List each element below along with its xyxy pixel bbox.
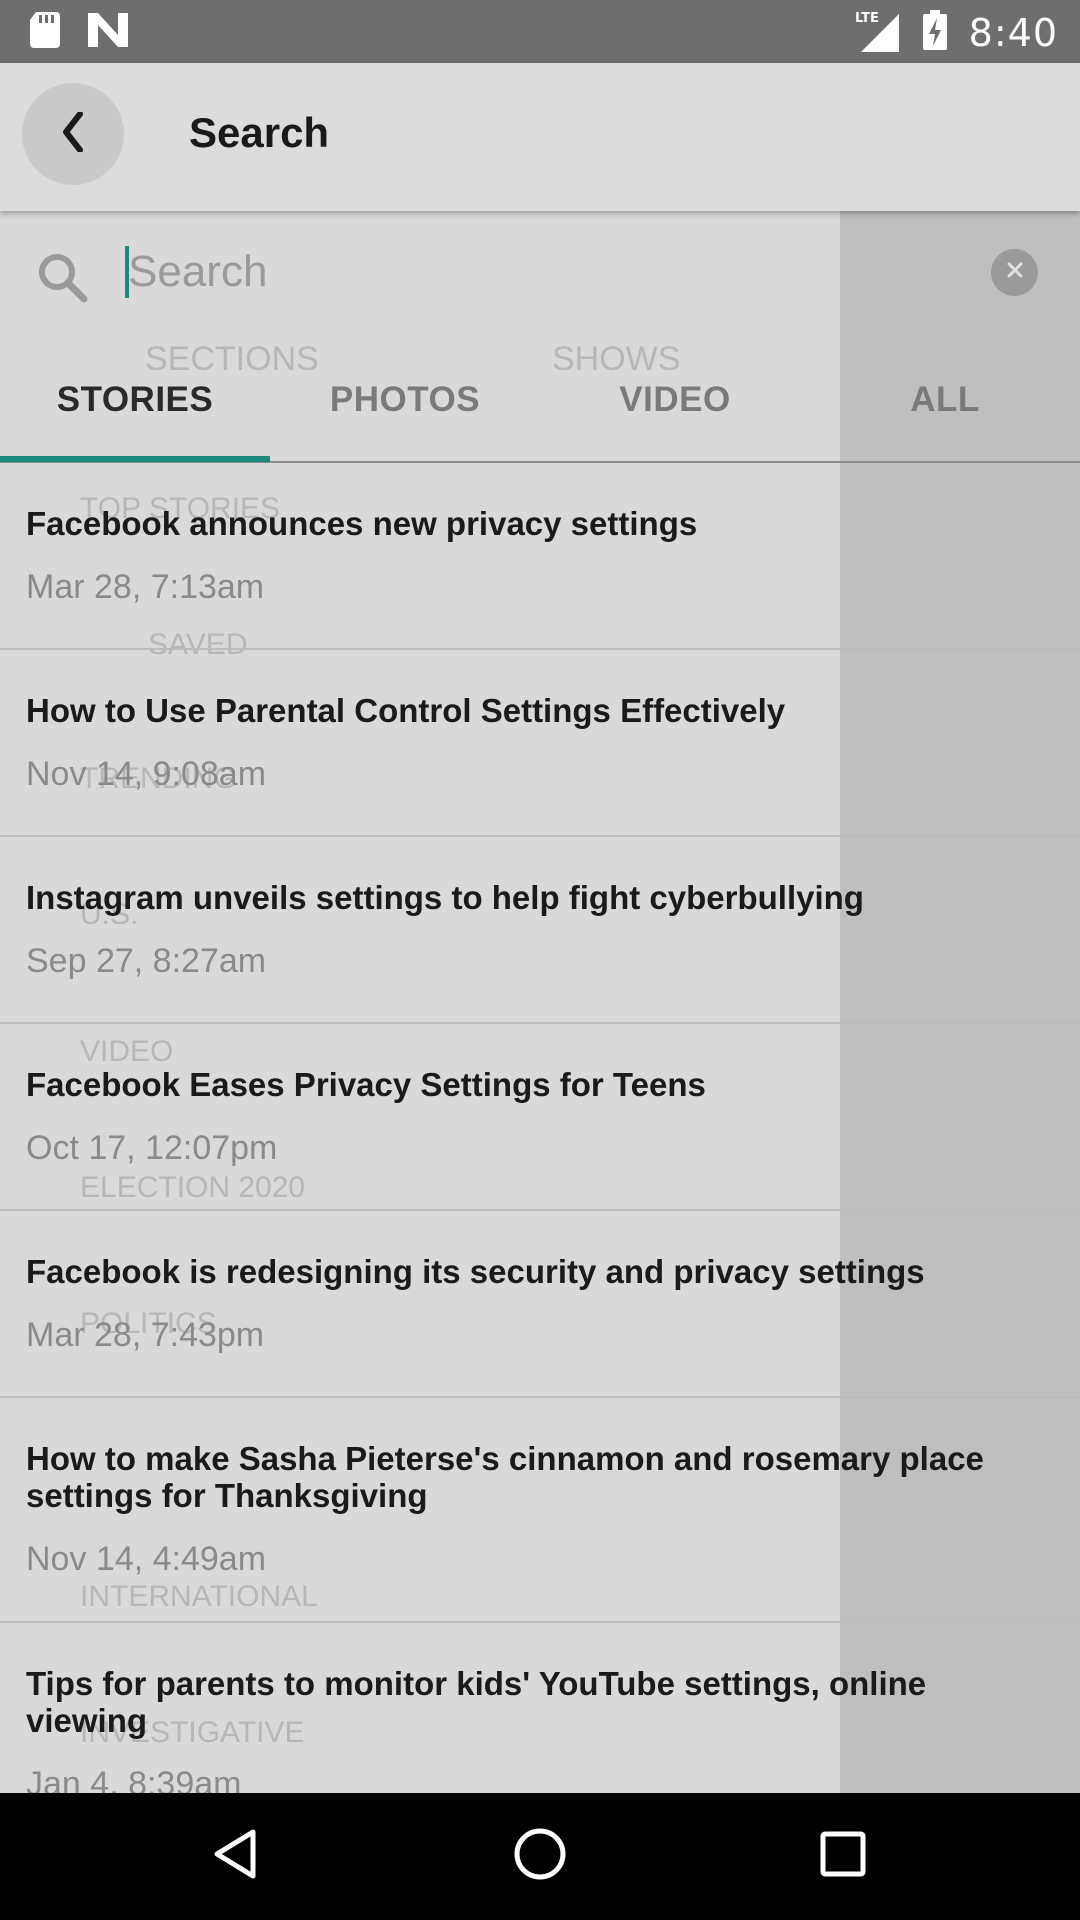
nav-recents-button[interactable] bbox=[808, 1821, 878, 1891]
list-item[interactable]: Facebook Eases Privacy Settings for Teen… bbox=[0, 1024, 1080, 1211]
story-title: Facebook Eases Privacy Settings for Teen… bbox=[26, 1066, 706, 1103]
chevron-left-icon bbox=[60, 110, 86, 157]
text-cursor bbox=[125, 246, 129, 298]
story-title: How to make Sasha Pieterse's cinnamon an… bbox=[26, 1440, 984, 1514]
list-item[interactable]: Facebook is redesigning its security and… bbox=[0, 1211, 1080, 1398]
tab-photos[interactable]: PHOTOS bbox=[270, 380, 540, 440]
app-bar: Search bbox=[0, 63, 1080, 211]
story-title: Facebook is redesigning its security and… bbox=[26, 1253, 925, 1290]
tab-bar: STORIES PHOTOS VIDEO ALL bbox=[0, 360, 1080, 463]
search-icon bbox=[36, 251, 88, 308]
signal-lte-icon: LTE bbox=[853, 8, 901, 57]
triangle-back-icon bbox=[211, 1828, 259, 1885]
results-list: Facebook announces new privacy settings … bbox=[0, 463, 1080, 1848]
status-bar: LTE 8:40 bbox=[0, 0, 1080, 63]
story-date: Sep 27, 8:27am bbox=[26, 942, 267, 980]
clear-icon bbox=[1005, 260, 1025, 285]
story-date: Nov 14, 4:49am bbox=[26, 1540, 267, 1578]
story-date: Nov 14, 9:08am bbox=[26, 755, 267, 793]
list-item[interactable]: How to Use Parental Control Settings Eff… bbox=[0, 650, 1080, 837]
tab-stories[interactable]: STORIES bbox=[0, 380, 270, 440]
tab-video[interactable]: VIDEO bbox=[540, 380, 810, 440]
search-input[interactable] bbox=[128, 240, 948, 304]
story-date: Oct 17, 12:07pm bbox=[26, 1129, 278, 1167]
nav-home-button[interactable] bbox=[505, 1821, 575, 1891]
back-button[interactable] bbox=[22, 83, 124, 185]
circle-home-icon bbox=[513, 1827, 567, 1886]
list-item[interactable]: Instagram unveils settings to help fight… bbox=[0, 837, 1080, 1024]
nav-back-button[interactable] bbox=[200, 1821, 270, 1891]
clock: 8:40 bbox=[968, 10, 1058, 55]
clear-button[interactable] bbox=[991, 249, 1038, 296]
sd-card-icon bbox=[30, 12, 62, 53]
svg-text:LTE: LTE bbox=[855, 11, 879, 26]
tab-all[interactable]: ALL bbox=[810, 380, 1080, 440]
square-recents-icon bbox=[819, 1830, 867, 1883]
list-item[interactable]: How to make Sasha Pieterse's cinnamon an… bbox=[0, 1398, 1080, 1623]
story-title: Tips for parents to monitor kids' YouTub… bbox=[26, 1665, 927, 1739]
page-title: Search bbox=[189, 109, 330, 156]
system-nav-bar bbox=[0, 1793, 1080, 1920]
story-date: Mar 28, 7:43pm bbox=[26, 1316, 265, 1354]
list-item[interactable]: Facebook announces new privacy settings … bbox=[0, 463, 1080, 650]
tab-indicator bbox=[0, 456, 270, 462]
story-title: How to Use Parental Control Settings Eff… bbox=[26, 692, 786, 729]
battery-charging-icon bbox=[922, 10, 947, 55]
n-logo-icon bbox=[88, 13, 128, 52]
story-title: Facebook announces new privacy settings bbox=[26, 505, 698, 542]
story-date: Mar 28, 7:13am bbox=[26, 568, 265, 606]
story-title: Instagram unveils settings to help fight… bbox=[26, 879, 864, 916]
